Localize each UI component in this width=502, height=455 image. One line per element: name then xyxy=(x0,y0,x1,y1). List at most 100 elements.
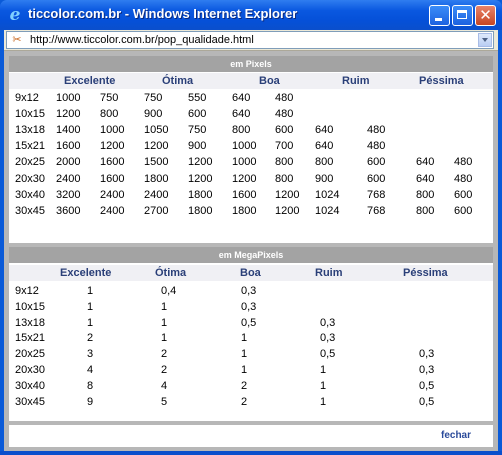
url-field[interactable]: ✂ http://www.ticcolor.com.br/pop_qualida… xyxy=(6,31,494,49)
pixels-cell: 1200 xyxy=(56,108,81,121)
megapixels-cell: 1 xyxy=(87,300,94,313)
megapixels-header-boa: Boa xyxy=(240,267,261,279)
pixels-cell: 800 xyxy=(416,204,435,217)
megapixels-cell: 4 xyxy=(87,364,94,376)
pixels-cell: 1200 xyxy=(275,204,300,217)
close-icon: ✕ xyxy=(479,6,492,24)
megapixels-size-label: 30x45 xyxy=(15,395,45,408)
megapixels-cell: 0,5 xyxy=(419,395,435,408)
pixels-cell: 480 xyxy=(275,92,294,104)
close-link[interactable]: fechar xyxy=(441,430,471,441)
pixels-cell: 1000 xyxy=(232,140,257,153)
megapixels-cell: 2 xyxy=(241,395,248,408)
pixels-cell: 1400 xyxy=(56,124,81,137)
pixels-cell: 1800 xyxy=(188,188,213,201)
pixels-cell: 600 xyxy=(367,172,386,185)
pixels-cell: 480 xyxy=(454,172,473,185)
pixels-cell: 1600 xyxy=(232,188,257,201)
pixels-cell: 800 xyxy=(232,124,251,137)
megapixels-cell: 9 xyxy=(87,395,94,408)
megapixels-header-pessima: Péssima xyxy=(403,267,448,279)
pixels-cell: 480 xyxy=(454,156,473,169)
pixels-cell: 2400 xyxy=(100,188,125,201)
pixels-cell: 1200 xyxy=(188,156,213,169)
pixels-header-ruim: Ruim xyxy=(342,75,370,87)
pixels-cell: 1024 xyxy=(315,188,340,201)
megapixels-header-otima: Ótima xyxy=(155,267,187,279)
pixels-cell: 600 xyxy=(275,124,294,137)
megapixels-cell: 0,5 xyxy=(241,316,257,329)
pixels-cell: 1000 xyxy=(232,156,257,169)
pixels-cell: 640 xyxy=(315,140,334,153)
pixels-size-label: 15x21 xyxy=(15,140,45,153)
pixels-cell: 1800 xyxy=(188,204,213,217)
pixels-cell: 2400 xyxy=(100,204,125,217)
footer: fechar xyxy=(9,425,493,447)
megapixels-cell: 0,5 xyxy=(320,348,336,361)
pixels-cell: 1200 xyxy=(100,140,125,153)
megapixels-cell: 1 xyxy=(320,364,327,376)
page-icon: ✂ xyxy=(12,33,22,46)
pixels-cell: 750 xyxy=(144,92,163,104)
maximize-button[interactable] xyxy=(452,5,473,26)
pixels-cell: 800 xyxy=(416,188,435,201)
megapixels-cell: 1 xyxy=(320,395,327,408)
pixels-cell: 640 xyxy=(416,156,435,169)
pixels-cell: 768 xyxy=(367,188,386,201)
pixels-cell: 640 xyxy=(232,92,251,104)
pixels-cell: 1200 xyxy=(275,188,300,201)
pixels-cell: 900 xyxy=(315,172,334,185)
pixels-cell: 600 xyxy=(367,156,386,169)
pixels-cell: 750 xyxy=(188,124,207,137)
pixels-cell: 550 xyxy=(188,92,207,104)
megapixels-cell: 2 xyxy=(87,332,94,345)
megapixels-cell: 0,3 xyxy=(320,316,336,329)
pixels-header-excelente: Excelente xyxy=(64,75,116,87)
pixels-cell: 800 xyxy=(100,108,119,121)
pixels-cell: 640 xyxy=(416,172,435,185)
megapixels-cell: 0,3 xyxy=(241,285,257,297)
megapixels-panel: em MegaPixels Excelente Ótima Boa Ruim P… xyxy=(9,247,493,421)
pixels-cell: 1200 xyxy=(188,172,213,185)
pixels-cell: 2400 xyxy=(56,172,81,185)
pixels-cell: 1600 xyxy=(100,156,125,169)
pixels-cell: 1500 xyxy=(144,156,169,169)
internet-explorer-icon: e xyxy=(9,5,21,25)
pixels-cell: 900 xyxy=(144,108,163,121)
pixels-cell: 1800 xyxy=(232,204,257,217)
pixels-cell: 1024 xyxy=(315,204,340,217)
pixels-cell: 2400 xyxy=(144,188,169,201)
minimize-button[interactable] xyxy=(429,5,450,26)
pixels-cell: 2700 xyxy=(144,204,169,217)
pixels-size-label: 20x25 xyxy=(15,156,45,169)
close-button[interactable]: ✕ xyxy=(475,5,496,26)
megapixels-size-label: 10x15 xyxy=(15,300,45,313)
megapixels-header-excelente: Excelente xyxy=(60,267,112,279)
megapixels-cell: 1 xyxy=(241,348,248,361)
browser-window: e ticcolor.com.br - Windows Internet Exp… xyxy=(0,0,502,455)
pixels-cell: 1600 xyxy=(56,140,81,153)
pixels-header-boa: Boa xyxy=(259,75,280,87)
pixels-cell: 1800 xyxy=(144,172,169,185)
pixels-cell: 480 xyxy=(367,124,386,137)
window-bottom-border xyxy=(0,451,502,455)
megapixels-header-ruim: Ruim xyxy=(315,267,343,279)
pixels-cell: 600 xyxy=(188,108,207,121)
pixels-cell: 600 xyxy=(454,188,473,201)
megapixels-size-label: 9x12 xyxy=(15,285,39,297)
window-title: ticcolor.com.br - Windows Internet Explo… xyxy=(28,6,298,21)
megapixels-size-label: 13x18 xyxy=(15,316,45,329)
pixels-size-label: 30x45 xyxy=(15,204,45,217)
url-text[interactable]: http://www.ticcolor.com.br/pop_qualidade… xyxy=(30,34,254,46)
pixels-cell: 1050 xyxy=(144,124,169,137)
address-dropdown-button[interactable] xyxy=(478,33,492,47)
megapixels-header-row: Excelente Ótima Boa Ruim Péssima xyxy=(9,265,493,281)
pixels-cell: 480 xyxy=(275,108,294,121)
pixels-cell: 1600 xyxy=(100,172,125,185)
title-bar[interactable]: e ticcolor.com.br - Windows Internet Exp… xyxy=(0,0,502,30)
pixels-cell: 1000 xyxy=(56,92,81,104)
pixels-cell: 3200 xyxy=(56,188,81,201)
pixels-cell: 900 xyxy=(188,140,207,153)
pixels-size-label: 9x12 xyxy=(15,92,39,104)
megapixels-cell: 0,3 xyxy=(419,348,435,361)
